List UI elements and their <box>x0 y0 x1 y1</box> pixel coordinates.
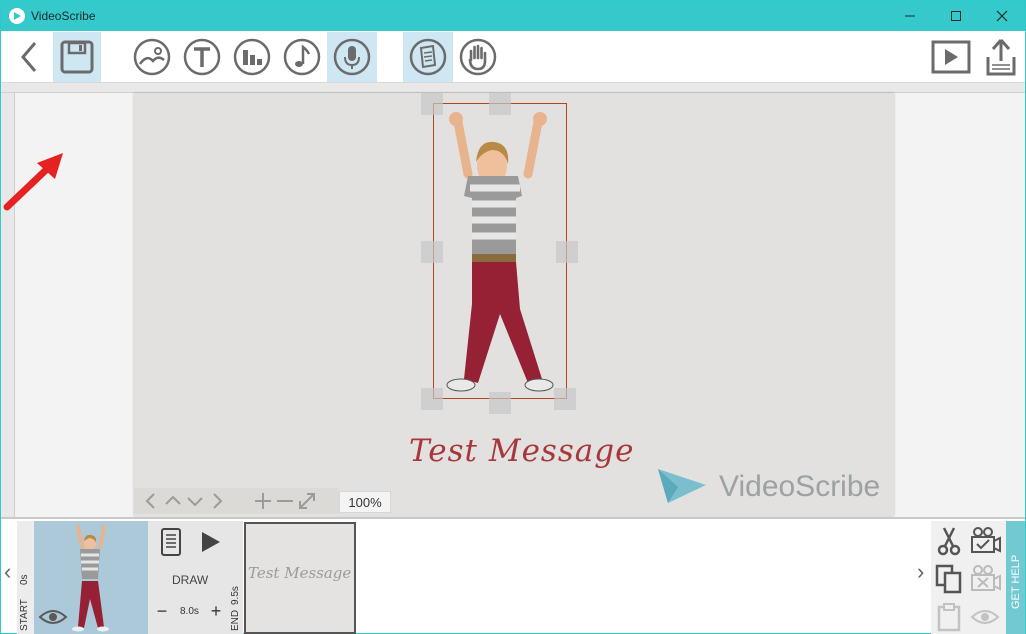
start-time: 0s <box>19 574 30 585</box>
resize-handle-left[interactable] <box>421 241 443 263</box>
play-icon <box>931 40 971 74</box>
timeline-prev-button[interactable]: ‹ <box>4 559 11 585</box>
save-icon <box>60 40 94 74</box>
text-icon <box>183 38 221 76</box>
scissors-icon <box>937 527 961 556</box>
hand-icon <box>459 38 497 76</box>
properties-document-icon[interactable] <box>159 527 183 557</box>
resize-handle-bottom[interactable] <box>489 392 511 414</box>
document-icon <box>409 38 447 76</box>
scribe-canvas[interactable]: Test Message VideoScribe 100% <box>134 93 894 516</box>
music-icon <box>283 38 321 76</box>
preview-play-icon[interactable] <box>198 530 222 554</box>
timeline: ‹ START 0s DRAW − 8.0s + END 9.5s Test M… <box>1 517 1025 634</box>
get-help-label: GET HELP <box>1010 554 1022 609</box>
boy-cheering-image <box>446 112 554 392</box>
chevron-left-icon <box>21 42 37 72</box>
videoscribe-watermark-icon <box>658 469 706 503</box>
back-button[interactable] <box>9 32 49 82</box>
add-music-button[interactable] <box>281 32 323 82</box>
pan-right-icon[interactable] <box>206 490 228 512</box>
minimize-button[interactable] <box>887 1 933 31</box>
resize-handle-bottom-right[interactable] <box>554 388 576 410</box>
end-label: END <box>230 609 241 631</box>
annotation-arrow-icon <box>3 153 63 211</box>
clipboard-icon <box>937 603 961 632</box>
voiceover-button[interactable] <box>327 32 377 82</box>
add-text-button[interactable] <box>181 32 223 82</box>
timeline-element-2-text: Test Message <box>248 564 352 582</box>
maximize-button[interactable] <box>933 1 979 31</box>
zoom-level[interactable]: 100% <box>339 491 391 513</box>
main-toolbar <box>1 31 1025 83</box>
increase-duration-button[interactable]: + <box>206 601 226 621</box>
timeline-element-2[interactable]: Test Message <box>244 522 356 634</box>
videoscribe-logo-icon <box>9 8 25 24</box>
resize-handle-top-left[interactable] <box>421 93 443 115</box>
selected-image[interactable] <box>433 103 567 399</box>
camera-set-button[interactable] <box>969 525 1001 557</box>
visibility-button[interactable] <box>969 601 1001 633</box>
window-title: VideoScribe <box>31 9 96 23</box>
pan-down-icon[interactable] <box>184 490 206 512</box>
ruler-top <box>1 83 1025 93</box>
add-chart-button[interactable] <box>231 32 273 82</box>
eye-icon[interactable] <box>38 607 68 627</box>
add-image-button[interactable] <box>131 32 173 82</box>
end-time: 9.5s <box>230 586 241 605</box>
workspace: Test Message VideoScribe 100% <box>1 83 1025 517</box>
canvas-text-element[interactable]: Test Message <box>409 433 634 469</box>
zoom-in-icon[interactable] <box>252 490 274 512</box>
hand-button[interactable] <box>457 32 499 82</box>
title-bar: VideoScribe <box>1 1 1025 31</box>
pan-up-icon[interactable] <box>162 490 184 512</box>
image-icon <box>133 38 171 76</box>
timeline-element-1[interactable] <box>34 521 148 634</box>
zoom-out-icon[interactable] <box>274 490 296 512</box>
canvas-controls <box>134 488 339 514</box>
pan-left-icon[interactable] <box>140 490 162 512</box>
resize-handle-top[interactable] <box>489 93 511 115</box>
eye-icon <box>970 610 1000 624</box>
element-start-bar: START 0s <box>17 521 34 634</box>
draw-label: DRAW <box>172 573 209 587</box>
cut-button[interactable] <box>933 525 965 557</box>
video-camera-x-icon <box>971 565 1001 591</box>
microphone-icon <box>333 38 371 76</box>
app-window: VideoScribe Test Message VideoScribe 100… <box>0 0 1026 634</box>
element-end-bar: END 9.5s <box>228 521 243 634</box>
resize-handle-right[interactable] <box>556 241 578 263</box>
decrease-duration-button[interactable]: − <box>152 601 172 621</box>
background-button[interactable] <box>403 32 453 82</box>
copy-button[interactable] <box>933 563 965 595</box>
camera-remove-button[interactable] <box>969 563 1001 595</box>
video-camera-check-icon <box>971 527 1001 553</box>
close-button[interactable] <box>979 1 1025 31</box>
share-button[interactable] <box>981 32 1021 82</box>
timeline-next-button[interactable]: › <box>917 559 924 585</box>
play-button[interactable] <box>929 32 973 82</box>
get-help-tab[interactable]: GET HELP <box>1006 521 1025 634</box>
chart-icon <box>233 38 271 76</box>
paste-button[interactable] <box>933 601 965 633</box>
draw-duration: 8.0s <box>180 606 199 617</box>
resize-handle-bottom-left[interactable] <box>421 388 443 410</box>
start-label: START <box>19 599 30 631</box>
timeline-tools <box>931 521 1006 634</box>
fit-screen-icon[interactable] <box>296 490 318 512</box>
copy-icon <box>935 564 962 594</box>
share-icon <box>986 39 1016 76</box>
save-button[interactable] <box>53 32 101 82</box>
videoscribe-watermark-text: VideoScribe <box>719 470 881 503</box>
